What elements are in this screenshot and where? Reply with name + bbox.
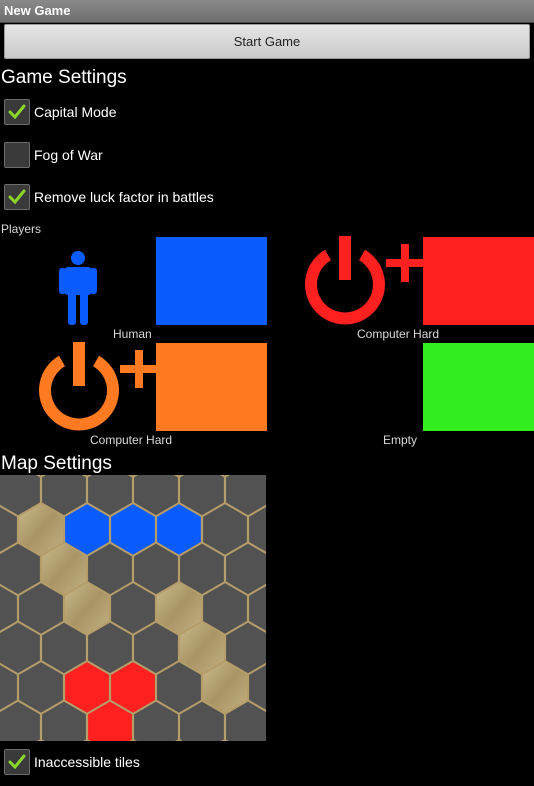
remove-luck-label: Remove luck factor in battles [34,189,214,205]
check-icon [8,104,26,120]
player-type-label: Empty [383,433,418,447]
power-plus-icon[interactable] [302,236,424,328]
inaccessible-tiles-checkbox[interactable] [4,749,30,775]
title-bar: New Game [0,0,534,23]
player-type-label: Human [113,327,152,341]
hex-map-preview[interactable] [0,475,266,741]
player-color-swatch[interactable] [156,343,267,431]
window-title: New Game [4,3,71,18]
power-plus-icon[interactable] [36,342,158,434]
check-icon [8,754,26,770]
fog-of-war-checkbox[interactable] [4,142,30,168]
capital-mode-checkbox[interactable] [4,99,30,125]
player-type-label: Computer Hard [357,327,440,341]
inaccessible-tiles-label: Inaccessible tiles [34,754,140,770]
player-type-label: Computer Hard [90,433,173,447]
player-color-swatch[interactable] [423,343,534,431]
map-settings-heading: Map Settings [1,453,112,474]
player-color-swatch[interactable] [156,237,267,325]
human-icon[interactable] [58,250,98,326]
players-heading: Players [1,222,42,236]
fog-of-war-label: Fog of War [34,147,103,163]
capital-mode-label: Capital Mode [34,104,117,120]
start-game-button[interactable]: Start Game [4,24,530,59]
remove-luck-checkbox[interactable] [4,184,30,210]
check-icon [8,189,26,205]
player-color-swatch[interactable] [423,237,534,325]
game-settings-heading: Game Settings [1,67,127,88]
